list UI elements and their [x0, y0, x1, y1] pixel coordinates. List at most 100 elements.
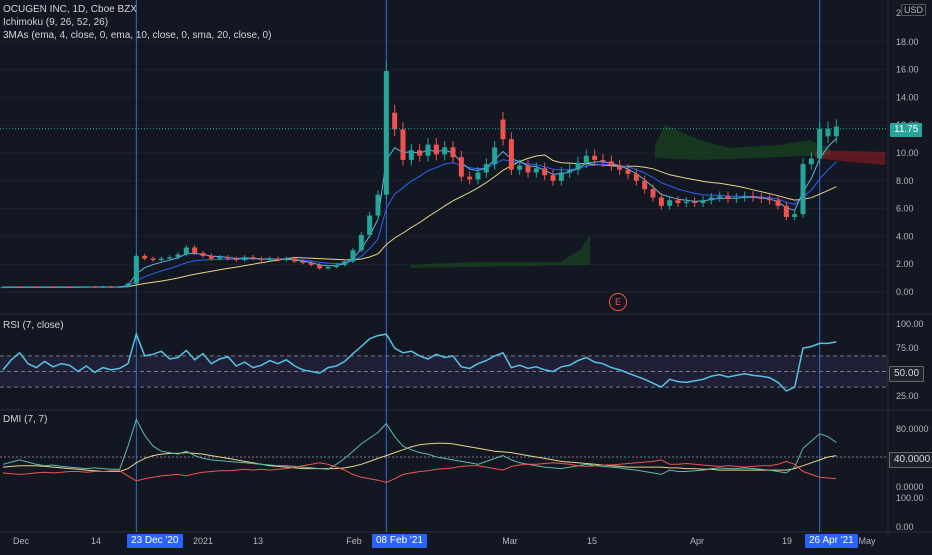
candle-body [567, 169, 573, 173]
candle-body [608, 161, 614, 166]
candle-body [750, 196, 756, 198]
symbol-title: OCUGEN INC, 1D, Cboe BZX [3, 4, 137, 15]
last-price-badge: 11.75 [890, 123, 923, 137]
candle-body [0, 287, 6, 289]
candle-body [767, 198, 773, 201]
candle-body [758, 197, 764, 199]
candle-body [167, 257, 173, 259]
chart-canvas[interactable]: 218.0016.0014.0012.0010.008.006.004.002.… [0, 0, 932, 550]
candle-body [150, 258, 156, 261]
candle-body [683, 201, 689, 204]
ichimoku-legend[interactable]: Ichimoku (9, 26, 52, 26) [3, 17, 108, 28]
candle-body [633, 173, 639, 181]
ichimoku-cloud-green [655, 125, 830, 160]
candle-body [342, 261, 348, 265]
candle-body [825, 128, 831, 137]
price-tick-label: 6.00 [896, 204, 914, 214]
candle-body [667, 200, 673, 206]
candle-body [450, 147, 456, 158]
candle-body [475, 172, 481, 180]
candle-body [25, 286, 31, 288]
candle-body [533, 168, 539, 173]
candle-body [233, 258, 239, 261]
candle-body [75, 286, 81, 288]
candle-body [33, 286, 39, 288]
candle-body [375, 194, 381, 216]
candle-body [492, 147, 498, 165]
candle-body [225, 257, 231, 259]
price-tick-label: 14.00 [896, 92, 919, 102]
candle-body [575, 162, 581, 170]
time-axis-label: Mar [502, 536, 518, 546]
candle-body [733, 197, 739, 199]
candle-body [83, 286, 89, 288]
dmi-tick-label: 0.00 [896, 522, 914, 532]
dmi-tick-label: 80.0000 [896, 424, 929, 434]
ema10-line [3, 159, 837, 288]
candle-body [508, 139, 514, 170]
price-tick-label: 10.00 [896, 148, 919, 158]
currency-button[interactable]: USD [901, 4, 927, 16]
candle-body [542, 168, 548, 176]
candle-body [742, 196, 748, 198]
moving-averages-legend[interactable]: 3MAs (ema, 4, close, 0, ema, 10, close, … [3, 30, 271, 41]
candle-body [125, 283, 131, 287]
candle-body [242, 257, 248, 261]
candle-body [467, 176, 473, 180]
candle-body [367, 215, 373, 236]
candle-body [333, 264, 339, 267]
candle-body [483, 164, 489, 173]
price-tick-label: 4.00 [896, 231, 914, 241]
time-cursor-badge-2: 08 Feb '21 [372, 534, 427, 548]
time-axis-label: 15 [587, 536, 597, 546]
time-axis-label: 14 [91, 536, 101, 546]
candle-body [550, 175, 556, 181]
time-cursor-badge-1: 23 Dec '20 [127, 534, 183, 548]
candle-body [308, 262, 314, 265]
candle-body [458, 157, 464, 177]
candle-body [350, 250, 356, 262]
candle-body [600, 159, 606, 162]
candle-body [158, 258, 164, 261]
chart-root[interactable]: 218.0016.0014.0012.0010.008.006.004.002.… [0, 0, 932, 550]
candle-body [500, 119, 506, 140]
ichimoku-cloud-red [815, 150, 885, 165]
candle-body [525, 165, 531, 173]
candle-body [817, 128, 823, 159]
candle-body [675, 200, 681, 204]
candle-body [358, 235, 364, 251]
candle-body [192, 247, 198, 254]
candle-body [617, 165, 623, 170]
candle-body [400, 129, 406, 160]
candle-body [625, 169, 631, 174]
candle-body [642, 180, 648, 190]
candle-body [142, 255, 148, 259]
candle-body [42, 286, 48, 288]
time-axis-label: 13 [253, 536, 263, 546]
earnings-icon[interactable]: E [609, 293, 627, 311]
time-axis-label: 2021 [193, 536, 213, 546]
candle-body [558, 172, 564, 181]
candle-body [200, 253, 206, 256]
candle-body [383, 70, 389, 195]
rsi-value-badge: 50.00 [889, 366, 925, 382]
candle-body [325, 266, 331, 269]
dmi-value-badge: 40.0000 [889, 452, 932, 468]
dmi-legend[interactable]: DMI (7, 7) [3, 414, 47, 425]
candle-body [175, 254, 181, 258]
candle-body [17, 286, 23, 288]
price-tick-label: 2.00 [896, 259, 914, 269]
candle-body [708, 197, 714, 201]
candle-body [833, 126, 839, 137]
price-tick-label: 18.00 [896, 37, 919, 47]
rsi-tick-label: 25.00 [896, 391, 919, 401]
candle-body [700, 200, 706, 204]
candle-body [183, 247, 189, 255]
price-tick-label: 16.00 [896, 65, 919, 75]
candle-body [800, 164, 806, 215]
candle-body [517, 165, 523, 170]
rsi-tick-label: 100.00 [896, 319, 924, 329]
rsi-legend[interactable]: RSI (7, close) [3, 320, 64, 331]
candle-body [275, 258, 281, 261]
candle-body [8, 286, 14, 288]
